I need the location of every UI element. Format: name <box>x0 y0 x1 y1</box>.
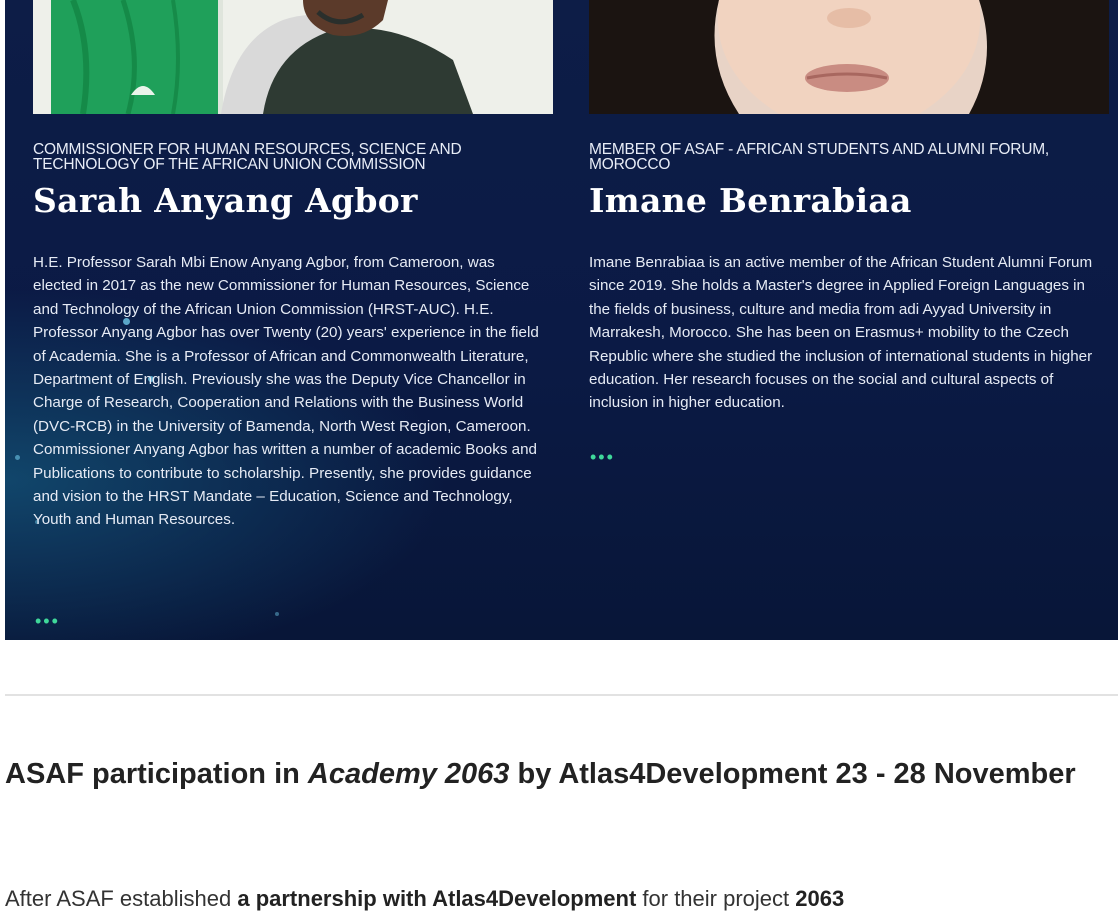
speaker-role: MEMBER OF ASAF - AFRICAN STUDENTS AND AL… <box>589 141 1050 173</box>
heading-text: ASAF participation in <box>5 758 308 790</box>
paragraph-bold-text: a partnership with Atlas4Development <box>237 886 637 911</box>
speaker-name: Sarah Anyang Agbor <box>33 181 418 220</box>
particle-decoration <box>15 455 20 460</box>
speakers-banner: COMMISSIONER FOR HUMAN RESOURCES, SCIENC… <box>5 0 1118 640</box>
paragraph-bold-text: 2063 <box>795 886 845 911</box>
article-heading: ASAF participation in Academy 2063 by At… <box>5 752 1095 796</box>
speaker-photo-imane <box>589 0 1109 114</box>
speaker-bio: Imane Benrabiaa is an active member of t… <box>589 254 1093 412</box>
paragraph-text: for their project <box>636 886 796 911</box>
section-divider <box>5 694 1118 696</box>
speaker-photo-sarah <box>33 0 553 114</box>
particle-decoration <box>275 612 279 616</box>
heading-italic-text: Academy 2063 <box>307 758 510 790</box>
read-more-dots[interactable]: ••• <box>35 612 60 630</box>
article-paragraph: After ASAF established a partnership wit… <box>5 884 1115 914</box>
speaker-name: Imane Benrabiaa <box>589 181 912 220</box>
read-more-dots[interactable]: ••• <box>590 448 615 466</box>
speaker-bio: H.E. Professor Sarah Mbi Enow Anyang Agb… <box>33 254 539 529</box>
heading-text: by Atlas4Development 23 - 28 November <box>509 758 1076 790</box>
speaker-role: COMMISSIONER FOR HUMAN RESOURCES, SCIENC… <box>33 141 462 173</box>
paragraph-text: After ASAF established <box>5 886 238 911</box>
